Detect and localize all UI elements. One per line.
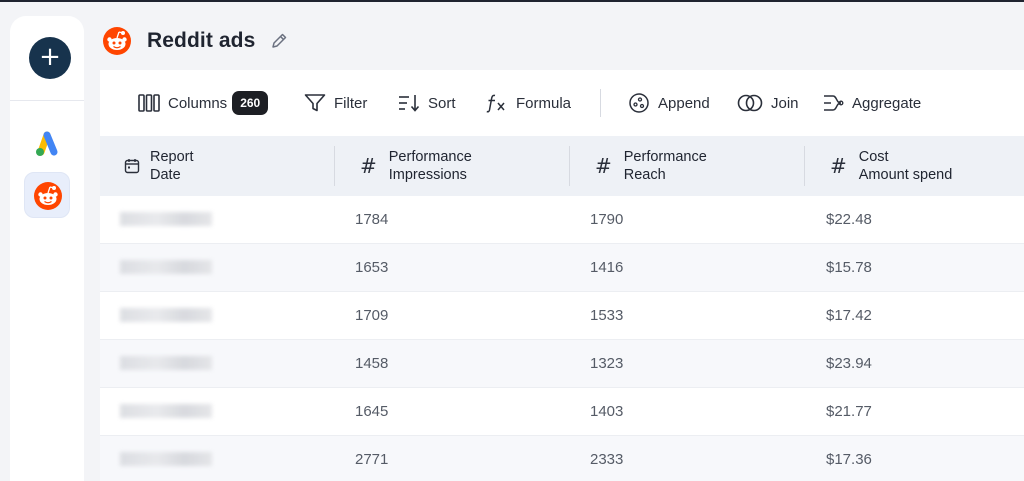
join-label: Join <box>771 94 799 112</box>
add-source-button[interactable]: + <box>29 37 71 79</box>
formula-label: Formula <box>516 94 572 112</box>
reach-cell[interactable]: 1790 <box>590 196 623 244</box>
toolbar-divider <box>600 89 601 117</box>
formula-icon <box>486 94 505 113</box>
reach-cell[interactable]: 1403 <box>590 388 623 436</box>
top-border <box>0 0 1024 2</box>
spend-cell[interactable]: $23.94 <box>826 340 872 388</box>
redacted-date <box>120 212 212 226</box>
data-table: Report Date # Performance Impressions # … <box>100 136 1024 481</box>
join-button[interactable]: Join <box>737 91 799 115</box>
sidebar-divider <box>10 100 84 101</box>
columns-icon <box>138 94 160 112</box>
spend-cell[interactable]: $17.42 <box>826 292 872 340</box>
formula-button[interactable]: Formula <box>486 91 571 115</box>
spend-cell[interactable]: $17.36 <box>826 436 872 481</box>
filter-button[interactable]: Filter <box>304 91 367 115</box>
reach-cell[interactable]: 2333 <box>590 436 623 481</box>
calendar-icon <box>124 159 140 174</box>
hash-icon: # <box>360 154 377 178</box>
aggregate-button[interactable]: Aggregate <box>822 91 921 115</box>
page-header: Reddit ads <box>102 24 289 58</box>
spend-cell[interactable]: $22.48 <box>826 196 872 244</box>
reach-cell[interactable]: 1533 <box>590 292 623 340</box>
filter-icon <box>304 94 326 112</box>
redacted-date <box>120 356 212 370</box>
sort-icon <box>399 95 420 112</box>
column-divider[interactable] <box>334 146 335 186</box>
columns-label: Columns <box>168 94 228 112</box>
spend-cell[interactable]: $21.77 <box>826 388 872 436</box>
table-row[interactable]: 1653 1416 $15.78 <box>100 244 1024 292</box>
impressions-cell[interactable]: 1784 <box>355 196 388 244</box>
impressions-cell[interactable]: 1458 <box>355 340 388 388</box>
redacted-date <box>120 308 212 322</box>
append-icon <box>629 93 649 113</box>
sort-label: Sort <box>428 94 456 112</box>
redacted-date <box>120 404 212 418</box>
header-line-1: Report <box>150 149 194 165</box>
header-line-1: Performance <box>623 149 707 165</box>
table-row[interactable]: 1645 1403 $21.77 <box>100 388 1024 436</box>
impressions-cell[interactable]: 1645 <box>355 388 388 436</box>
aggregate-icon <box>824 95 844 111</box>
impressions-cell[interactable]: 1653 <box>355 244 388 292</box>
header-line-2: Date <box>150 167 181 183</box>
header-line-2: Amount spend <box>858 167 953 183</box>
reach-cell[interactable]: 1323 <box>590 340 623 388</box>
header-line-1: Performance <box>388 149 472 165</box>
hash-icon: # <box>595 154 612 178</box>
sidebar-item-reddit[interactable] <box>24 172 70 218</box>
table-row[interactable]: 1709 1533 $17.42 <box>100 292 1024 340</box>
reddit-icon <box>34 182 62 210</box>
sort-button[interactable]: Sort <box>398 91 456 115</box>
filter-label: Filter <box>334 94 368 112</box>
pencil-icon[interactable] <box>269 31 289 51</box>
toolbar: Columns 260 Filter Sort Formula Append J… <box>100 70 1024 136</box>
header-line-2: Reach <box>623 167 666 183</box>
impressions-cell[interactable]: 1709 <box>355 292 388 340</box>
column-header-reach[interactable]: # Performance Reach <box>595 136 707 196</box>
redacted-date <box>120 452 212 466</box>
table-row[interactable]: 2771 2333 $17.36 <box>100 436 1024 481</box>
redacted-date <box>120 260 212 274</box>
header-line-2: Impressions <box>388 167 467 183</box>
append-label: Append <box>658 94 710 112</box>
spend-cell[interactable]: $15.78 <box>826 244 872 292</box>
page-title: Reddit ads <box>147 29 256 52</box>
columns-button[interactable]: Columns 260 <box>138 91 269 115</box>
sidebar: + <box>10 16 84 481</box>
impressions-cell[interactable]: 2771 <box>355 436 388 481</box>
columns-count-badge: 260 <box>232 91 269 115</box>
table-row[interactable]: 1784 1790 $22.48 <box>100 196 1024 244</box>
column-divider[interactable] <box>569 146 570 186</box>
append-button[interactable]: Append <box>628 91 710 115</box>
column-header-impressions[interactable]: # Performance Impressions <box>360 136 472 196</box>
column-divider[interactable] <box>804 146 805 186</box>
table-row[interactable]: 1458 1323 $23.94 <box>100 340 1024 388</box>
column-header-report-date[interactable]: Report Date <box>124 136 194 196</box>
join-icon <box>737 94 763 112</box>
table-header: Report Date # Performance Impressions # … <box>100 136 1024 196</box>
google-ads-icon[interactable] <box>32 128 62 158</box>
reddit-logo-icon <box>103 27 131 55</box>
hash-icon: # <box>830 154 847 178</box>
reach-cell[interactable]: 1416 <box>590 244 623 292</box>
column-header-amount-spend[interactable]: # Cost Amount spend <box>830 136 952 196</box>
aggregate-label: Aggregate <box>852 94 922 112</box>
header-line-1: Cost <box>858 149 889 165</box>
